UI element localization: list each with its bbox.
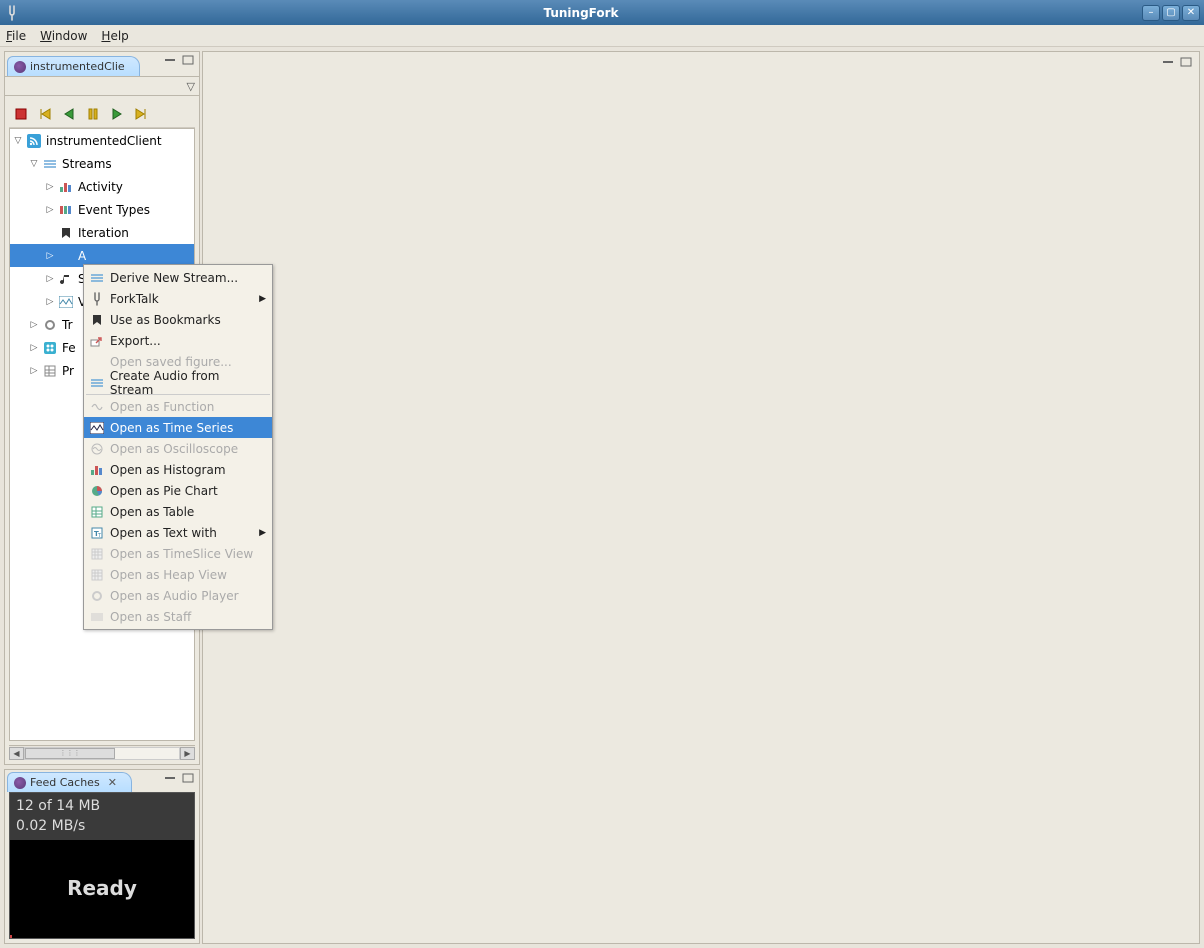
last-button[interactable] [133, 106, 149, 122]
editor-area [202, 51, 1200, 944]
eclipse-view-icon [14, 61, 26, 73]
stop-button[interactable] [13, 106, 29, 122]
maximize-view-icon[interactable] [181, 772, 195, 784]
minimize-button[interactable]: – [1142, 5, 1160, 21]
feedlet-icon [42, 341, 58, 355]
cache-usage: 12 of 14 MB [16, 797, 188, 817]
menu-derive-new-stream[interactable]: Derive New Stream... [84, 267, 272, 288]
bars-icon [58, 180, 74, 194]
music-note-icon [58, 272, 74, 286]
view-menu-icon[interactable]: ▽ [187, 80, 195, 93]
submenu-arrow-icon: ▶ [259, 528, 266, 538]
menu-open-as-staff: Open as Staff [84, 606, 272, 627]
timeseries-icon [88, 420, 106, 436]
minimize-view-icon[interactable] [163, 54, 177, 66]
scroll-right-button[interactable]: ▶ [180, 747, 195, 760]
tab-label: Feed Caches [30, 776, 100, 789]
function-icon [88, 399, 106, 415]
bookmark-icon [58, 226, 74, 240]
timeseries-icon [58, 295, 74, 309]
text-icon: TT [88, 525, 106, 541]
streams-icon [42, 157, 58, 171]
maximize-editor-icon[interactable] [1179, 56, 1193, 68]
menu-create-audio[interactable]: Create Audio from Stream [84, 372, 272, 393]
tuningfork-icon [4, 5, 20, 21]
eclipse-view-icon [14, 777, 26, 789]
title-bar: TuningFork – ▢ ✕ [0, 0, 1204, 25]
tree-iteration[interactable]: Iteration [10, 221, 194, 244]
menu-window[interactable]: Window [40, 29, 87, 43]
circle-icon [42, 318, 58, 332]
table-icon [88, 504, 106, 520]
menu-open-as-table[interactable]: Open as Table [84, 501, 272, 522]
gear-icon [88, 588, 106, 604]
submenu-arrow-icon: ▶ [259, 294, 266, 304]
menu-forktalk[interactable]: ForkTalk ▶ [84, 288, 272, 309]
scroll-track[interactable]: ⋮⋮⋮ [24, 747, 180, 760]
tree-streams[interactable]: Streams [10, 152, 194, 175]
rss-icon [26, 134, 42, 148]
cache-progress-bar [10, 935, 194, 938]
staff-icon [88, 609, 106, 625]
maximize-view-icon[interactable] [181, 54, 195, 66]
close-tab-icon[interactable]: ✕ [108, 776, 117, 789]
horizontal-scrollbar[interactable]: ◀ ⋮⋮⋮ ▶ [9, 745, 195, 760]
close-window-button[interactable]: ✕ [1182, 5, 1200, 21]
audio-icon [88, 375, 106, 391]
grid-icon [88, 567, 106, 583]
pause-button[interactable] [85, 106, 101, 122]
wave-icon [58, 249, 74, 263]
scroll-left-button[interactable]: ◀ [9, 747, 24, 760]
feed-caches-view: Feed Caches ✕ 12 of 14 MB 0.02 MB/s Read… [4, 769, 200, 944]
menu-open-as-histogram[interactable]: Open as Histogram [84, 459, 272, 480]
bookmark-icon [88, 312, 106, 328]
view-toolbar: ▽ [5, 76, 199, 96]
menu-use-as-bookmarks[interactable]: Use as Bookmarks [84, 309, 272, 330]
menu-bar: File Window Help [0, 25, 1204, 47]
oscilloscope-icon [88, 441, 106, 457]
table-icon [42, 364, 58, 378]
tree-root[interactable]: instrumentedClient [10, 129, 194, 152]
tuningfork-icon [88, 291, 106, 307]
prev-button[interactable] [61, 106, 77, 122]
context-menu: Derive New Stream... ForkTalk ▶ Use as B… [83, 264, 273, 630]
menu-open-as-oscilloscope: Open as Oscilloscope [84, 438, 272, 459]
maximize-button[interactable]: ▢ [1162, 5, 1180, 21]
menu-open-as-heap: Open as Heap View [84, 564, 272, 585]
playback-toolbar [9, 100, 195, 128]
feed-caches-body: 12 of 14 MB 0.02 MB/s Ready [9, 792, 195, 939]
cache-rate: 0.02 MB/s [16, 817, 188, 837]
first-button[interactable] [37, 106, 53, 122]
menu-open-as-timeslice: Open as TimeSlice View [84, 543, 272, 564]
menu-open-as-audio-player: Open as Audio Player [84, 585, 272, 606]
export-icon [88, 333, 106, 349]
tags-icon [58, 203, 74, 217]
menu-open-as-function: Open as Function [84, 396, 272, 417]
menu-open-as-time-series[interactable]: Open as Time Series [84, 417, 272, 438]
minimize-editor-icon[interactable] [1161, 56, 1175, 68]
scroll-thumb[interactable]: ⋮⋮⋮ [25, 748, 115, 759]
menu-open-as-pie-chart[interactable]: Open as Pie Chart [84, 480, 272, 501]
tree-activity[interactable]: Activity [10, 175, 194, 198]
menu-open-as-text[interactable]: TT Open as Text with ▶ [84, 522, 272, 543]
menu-file[interactable]: File [6, 29, 26, 43]
play-button[interactable] [109, 106, 125, 122]
tab-label: instrumentedClie [30, 60, 125, 73]
window-title: TuningFork [20, 6, 1142, 20]
tree-event-types[interactable]: Event Types [10, 198, 194, 221]
menu-help[interactable]: Help [101, 29, 128, 43]
feed-caches-tab[interactable]: Feed Caches ✕ [7, 772, 132, 792]
derive-icon [88, 270, 106, 286]
piechart-icon [88, 483, 106, 499]
grid-icon [88, 546, 106, 562]
histogram-icon [88, 462, 106, 478]
instrumented-client-tab[interactable]: instrumentedClie [7, 56, 140, 76]
minimize-view-icon[interactable] [163, 772, 177, 784]
cache-status: Ready [10, 840, 194, 935]
menu-export[interactable]: Export... [84, 330, 272, 351]
